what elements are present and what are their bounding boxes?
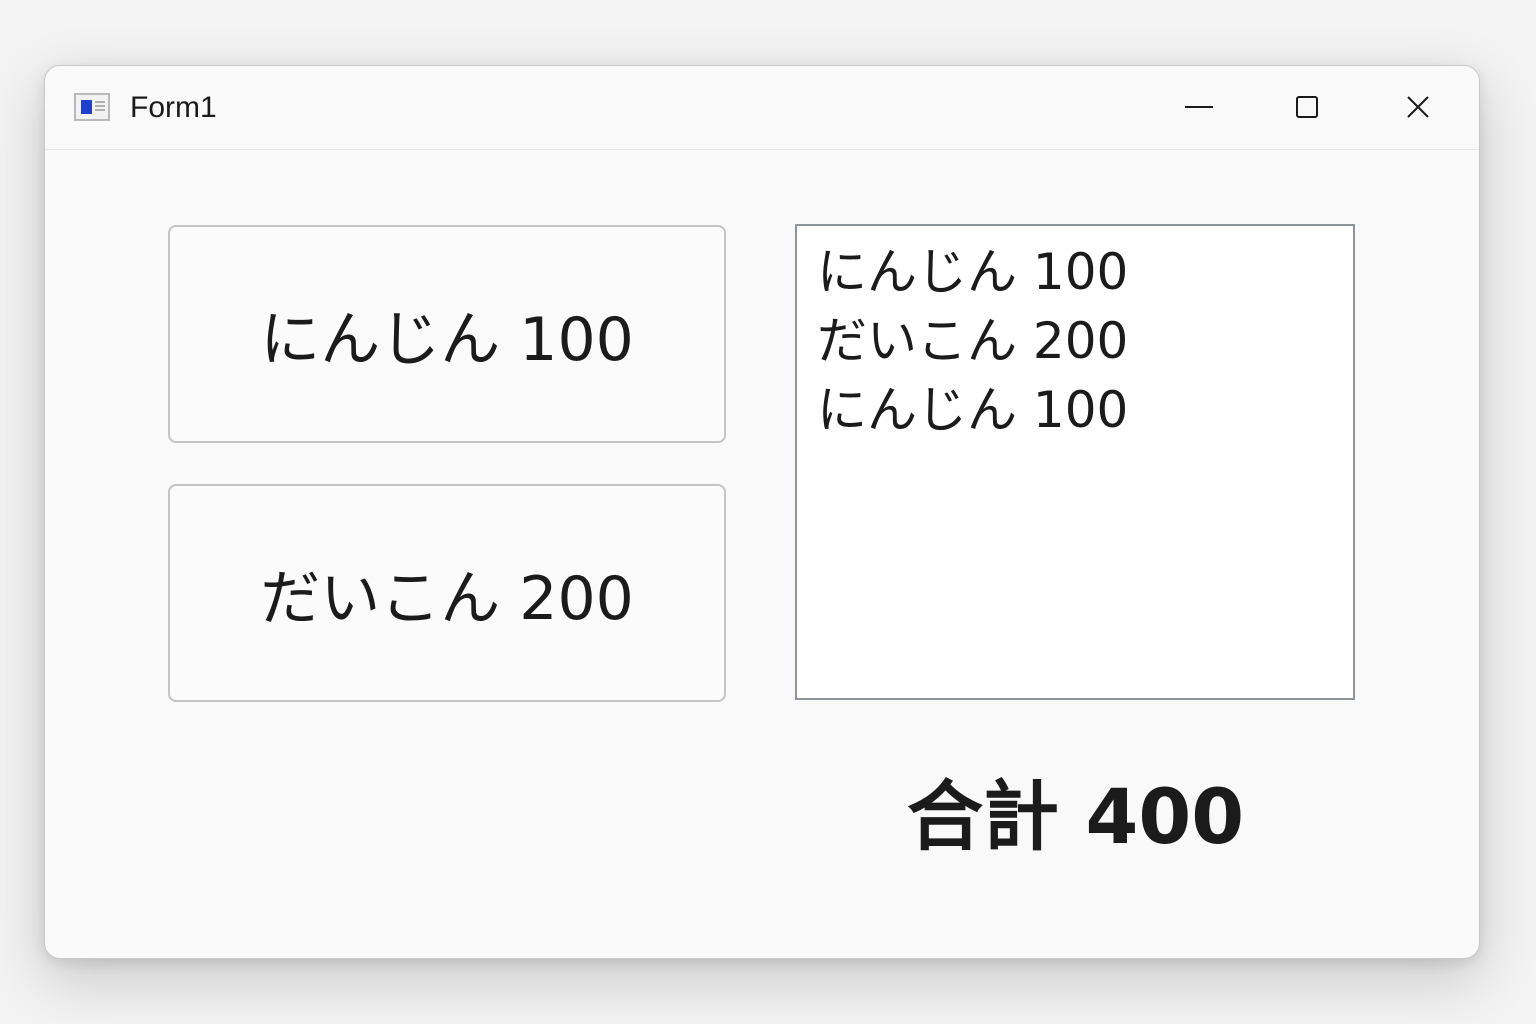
daikon-button[interactable]: だいこん 200 <box>168 484 726 702</box>
list-item[interactable]: だいこん 200 <box>817 307 1333 376</box>
maximize-icon <box>1296 96 1318 118</box>
form-app-icon <box>74 93 110 121</box>
window-title: Form1 <box>130 91 217 124</box>
title-bar[interactable]: Form1 <box>45 66 1479 150</box>
minimize-icon <box>1185 106 1213 108</box>
total-label: 合計 400 <box>907 772 1245 861</box>
selected-items-listbox[interactable]: にんじん 100 だいこん 200 にんじん 100 <box>795 224 1355 700</box>
carrot-button[interactable]: にんじん 100 <box>168 225 726 443</box>
list-item[interactable]: にんじん 100 <box>817 238 1333 307</box>
close-icon <box>1407 96 1429 118</box>
close-button[interactable] <box>1388 83 1448 133</box>
app-window: Form1 にんじん 100 だいこん 200 にんじん 100 だいこん 20… <box>44 65 1480 959</box>
maximize-button[interactable] <box>1277 83 1337 133</box>
list-item[interactable]: にんじん 100 <box>817 376 1333 445</box>
minimize-button[interactable] <box>1169 83 1229 133</box>
